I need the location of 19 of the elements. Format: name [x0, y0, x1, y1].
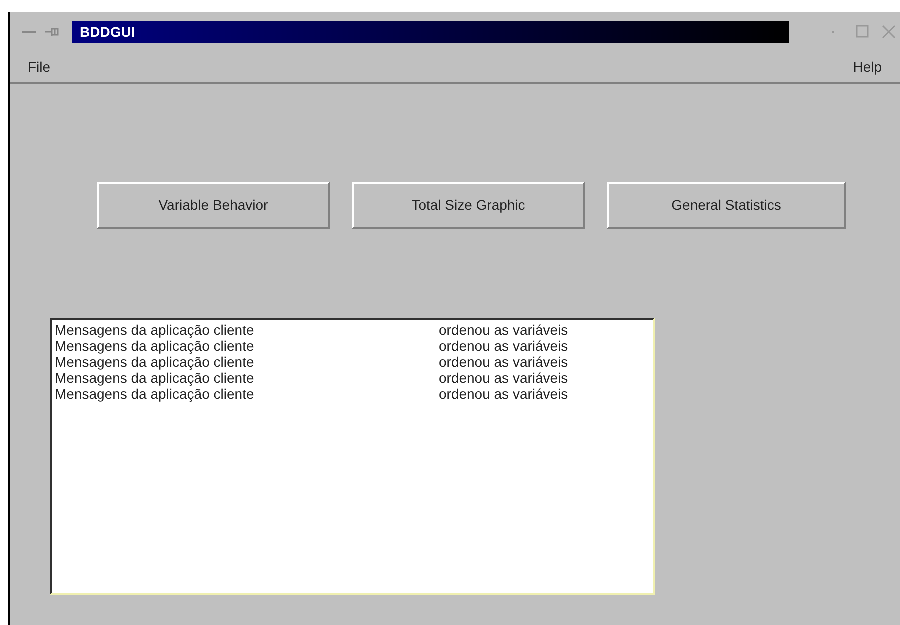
message-status: ordenou as variáveis	[439, 338, 568, 354]
menu-item[interactable]: Help	[853, 56, 882, 78]
action-button[interactable]: Variable Behavior	[97, 182, 330, 229]
message-text: Mensagens da aplicação cliente	[55, 370, 256, 386]
menu-item[interactable]: File	[28, 56, 51, 78]
message-text: Mensagens da aplicação cliente	[55, 386, 256, 402]
action-button[interactable]: General Statistics	[607, 182, 846, 229]
maximize-icon[interactable]	[856, 25, 870, 39]
message-text: Mensagens da aplicação cliente	[55, 338, 256, 354]
message-status: ordenou as variáveis	[439, 386, 568, 402]
message-text: Mensagens da aplicação cliente	[55, 322, 256, 338]
close-icon[interactable]	[882, 25, 896, 39]
message-text: Mensagens da aplicação cliente	[55, 354, 256, 370]
message-status: ordenou as variáveis	[439, 370, 568, 386]
window-title: BDDGUI	[80, 22, 136, 42]
action-button[interactable]: Total Size Graphic	[352, 182, 585, 229]
message-status: ordenou as variáveis	[439, 354, 568, 370]
pin-icon[interactable]	[44, 26, 60, 38]
message-status: ordenou as variáveis	[439, 322, 568, 338]
